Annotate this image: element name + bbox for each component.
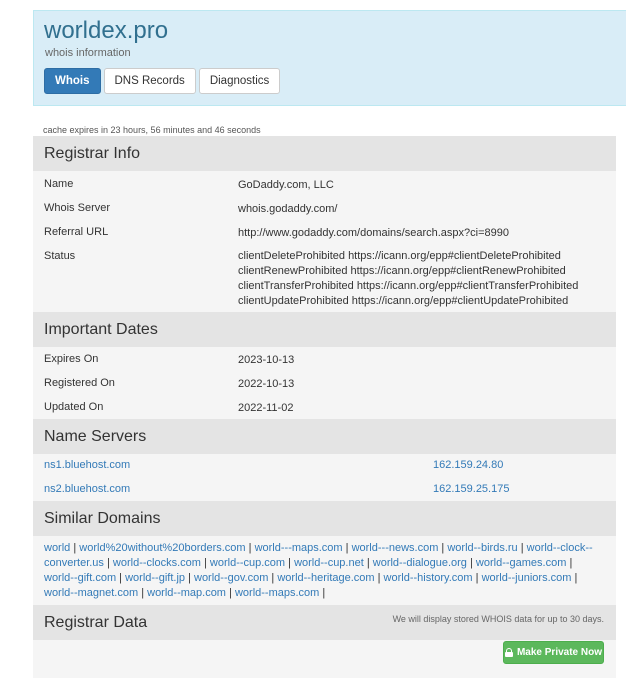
name-label: Name xyxy=(44,178,74,190)
separator: | xyxy=(517,542,527,554)
separator: | xyxy=(466,557,476,569)
similar-domain-link[interactable]: world---maps.com xyxy=(255,542,343,554)
expires-value: 2023-10-13 xyxy=(238,354,295,366)
status-line: clientUpdateProhibited https://icann.org… xyxy=(238,295,569,307)
similar-domain-link[interactable]: world--map.com xyxy=(147,587,226,599)
status-line: clientTransferProhibited https://icann.o… xyxy=(238,280,579,292)
nameserver-host[interactable]: ns1.bluehost.com xyxy=(44,459,130,471)
make-private-button[interactable]: Make Private Now xyxy=(503,641,604,664)
status-line: clientDeleteProhibited https://icann.org… xyxy=(238,250,561,262)
similar-domains-heading: Similar Domains xyxy=(33,501,616,536)
tab-whois[interactable]: Whois xyxy=(44,68,101,94)
similar-domains-list: world | world%20without%20borders.com | … xyxy=(44,541,604,601)
site-header: worldex.pro whois information Whois DNS … xyxy=(33,10,626,106)
status-label: Status xyxy=(44,250,76,262)
similar-domain-link[interactable]: world--gov.com xyxy=(194,572,268,584)
domain-title: worldex.pro xyxy=(44,17,169,44)
tab-bar: Whois DNS Records Diagnostics xyxy=(44,68,281,94)
similar-domain-link[interactable]: world--magnet.com xyxy=(44,587,138,599)
similar-domain-link[interactable]: world--maps.com xyxy=(235,587,319,599)
similar-domain-link[interactable]: world%20without%20borders.com xyxy=(79,542,245,554)
whois-server-value: whois.godaddy.com/ xyxy=(238,203,338,215)
separator: | xyxy=(472,572,482,584)
whois-retention-note: We will display stored WHOIS data for up… xyxy=(392,614,604,624)
separator: | xyxy=(342,542,352,554)
nameserver-host[interactable]: ns2.bluehost.com xyxy=(44,483,130,495)
registered-label: Registered On xyxy=(44,377,115,389)
separator: | xyxy=(374,572,384,584)
separator: | xyxy=(285,557,295,569)
separator: | xyxy=(138,587,148,599)
separator: | xyxy=(116,572,126,584)
separator: | xyxy=(225,587,235,599)
similar-domain-link[interactable]: world--cup.com xyxy=(210,557,285,569)
separator: | xyxy=(103,557,113,569)
separator: | xyxy=(200,557,210,569)
separator: | xyxy=(268,572,278,584)
similar-domain-link[interactable]: world xyxy=(44,542,70,554)
similar-domain-link[interactable]: world--dialogue.org xyxy=(373,557,467,569)
separator: | xyxy=(363,557,373,569)
similar-domain-link[interactable]: world--birds.ru xyxy=(447,542,517,554)
separator: | xyxy=(245,542,255,554)
similar-domain-link[interactable]: world--gift.jp xyxy=(125,572,185,584)
name-servers-heading: Name Servers xyxy=(33,419,616,454)
referral-url-value: http://www.godaddy.com/domains/search.as… xyxy=(238,227,509,239)
referral-url-label: Referral URL xyxy=(44,226,109,238)
separator: | xyxy=(185,572,194,584)
similar-domain-link[interactable]: world--games.com xyxy=(476,557,566,569)
name-value: GoDaddy.com, LLC xyxy=(238,179,334,191)
registered-value: 2022-10-13 xyxy=(238,378,295,390)
similar-domain-link[interactable]: world--juniors.com xyxy=(482,572,572,584)
nameserver-ip[interactable]: 162.159.25.175 xyxy=(433,483,509,495)
similar-domain-link[interactable]: world--history.com xyxy=(384,572,473,584)
nameserver-ip[interactable]: 162.159.24.80 xyxy=(433,459,503,471)
separator: | xyxy=(566,557,573,569)
tab-dns-records[interactable]: DNS Records xyxy=(103,68,196,94)
lock-icon xyxy=(504,648,513,657)
status-line: clientRenewProhibited https://icann.org/… xyxy=(238,265,566,277)
domain-subtitle: whois information xyxy=(45,47,131,59)
make-private-label: Make Private Now xyxy=(516,647,603,658)
separator: | xyxy=(571,572,578,584)
similar-domain-link[interactable]: world---news.com xyxy=(352,542,439,554)
cache-notice: cache expires in 23 hours, 56 minutes an… xyxy=(43,125,261,135)
tab-diagnostics[interactable]: Diagnostics xyxy=(198,68,281,94)
separator: | xyxy=(319,587,326,599)
similar-domain-link[interactable]: world--cup.net xyxy=(294,557,364,569)
similar-domain-link[interactable]: world--clocks.com xyxy=(113,557,201,569)
separator: | xyxy=(70,542,80,554)
status-value: clientDeleteProhibited https://icann.org… xyxy=(238,249,578,309)
updated-label: Updated On xyxy=(44,401,104,413)
whois-server-label: Whois Server xyxy=(44,202,111,214)
similar-domain-link[interactable]: world--gift.com xyxy=(44,572,116,584)
separator: | xyxy=(438,542,448,554)
updated-value: 2022-11-02 xyxy=(238,402,294,414)
important-dates-heading: Important Dates xyxy=(33,312,616,347)
expires-label: Expires On xyxy=(44,353,99,365)
whois-panel: Registrar Info Name GoDaddy.com, LLC Who… xyxy=(33,136,616,678)
similar-domain-link[interactable]: world--heritage.com xyxy=(277,572,374,584)
registrar-info-heading: Registrar Info xyxy=(33,136,616,171)
